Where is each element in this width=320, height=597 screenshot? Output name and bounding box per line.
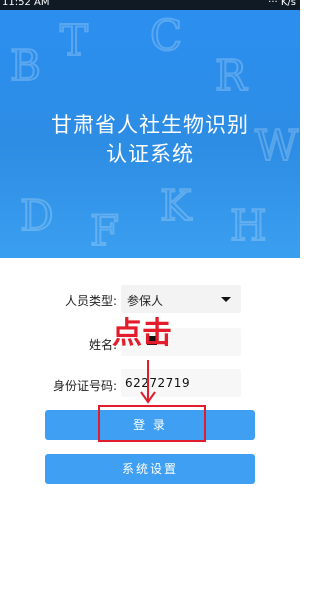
app-title-line-2: 认证系统 <box>106 142 194 166</box>
svg-text:K: K <box>160 181 193 230</box>
annotation-arrow-icon <box>140 360 156 404</box>
svg-text:F: F <box>90 206 119 255</box>
id-number-label: 身份证号码: <box>52 379 117 393</box>
status-bar: 11:52 AM ··· K/s <box>0 0 300 10</box>
svg-text:C: C <box>150 11 182 60</box>
status-indicators: ··· K/s <box>268 0 296 8</box>
app-title-line-1: 甘肃省人社生物识别 <box>51 113 249 137</box>
person-type-label: 人员类型: <box>64 294 117 308</box>
person-type-value: 参保人 <box>127 294 164 308</box>
svg-text:H: H <box>230 201 267 250</box>
status-time: 11:52 AM <box>2 0 50 8</box>
svg-text:B: B <box>10 41 41 90</box>
dropdown-caret-icon <box>221 297 231 302</box>
annotation-click-text: 点击 <box>112 316 172 351</box>
svg-text:R: R <box>215 51 248 100</box>
svg-text:T: T <box>60 16 88 65</box>
person-type-select[interactable]: 参保人 <box>121 285 241 313</box>
svg-text:D: D <box>20 191 54 240</box>
annotation-highlight-box <box>98 405 206 442</box>
header-banner: B T C R W D F H K 甘肃省人社生物识别 认证系统 <box>0 10 300 258</box>
system-settings-button[interactable]: 系统设置 <box>45 454 255 484</box>
